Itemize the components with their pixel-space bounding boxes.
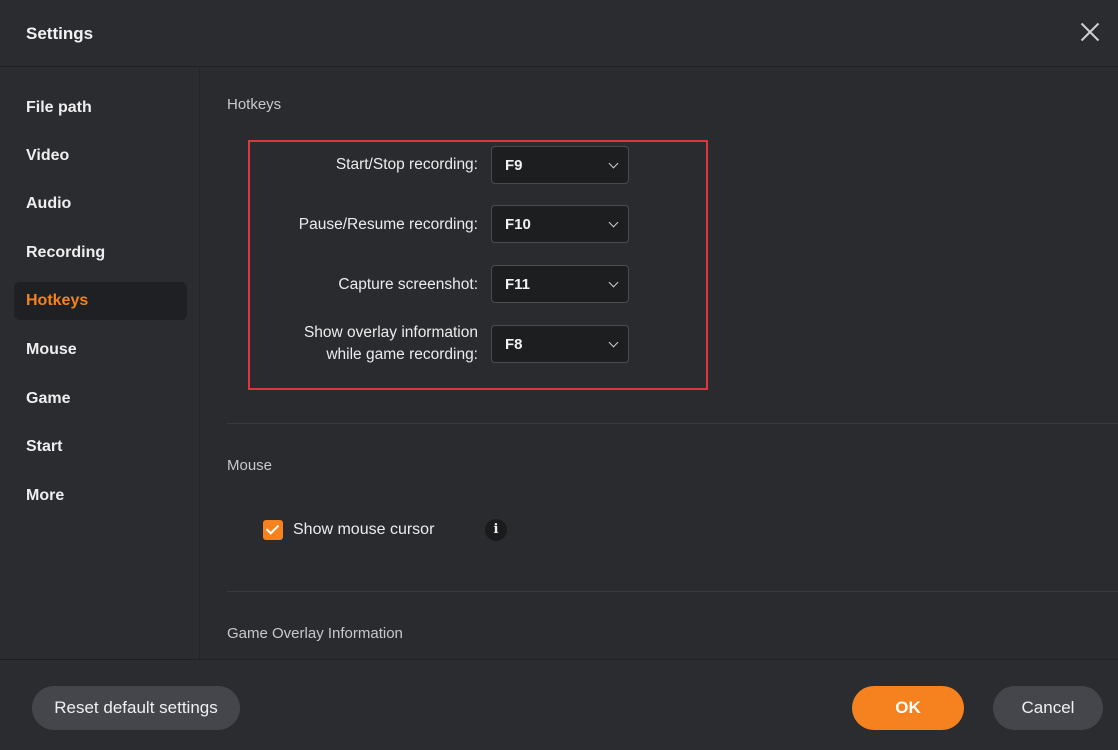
- show-mouse-cursor-label[interactable]: Show mouse cursor: [293, 521, 434, 539]
- reset-default-settings-button[interactable]: Reset default settings: [32, 686, 240, 730]
- sidebar-item-hotkeys[interactable]: Hotkeys: [14, 282, 187, 320]
- hotkey-value-capture-screenshot: F11: [505, 276, 531, 293]
- show-mouse-cursor-checkbox[interactable]: [263, 520, 283, 540]
- chevron-down-icon: [608, 158, 619, 169]
- hotkeys-highlight-box: [248, 140, 708, 390]
- close-icon[interactable]: [1076, 18, 1104, 46]
- hotkey-label-overlay-line1: Show overlay information: [303, 324, 478, 341]
- hotkey-label-overlay-line2: while game recording:: [326, 346, 478, 363]
- sidebar-item-video[interactable]: Video: [14, 137, 187, 175]
- ok-button[interactable]: OK: [852, 686, 964, 730]
- title-bar: Settings: [0, 0, 1118, 67]
- hotkey-select-pause-resume[interactable]: F10: [491, 205, 629, 243]
- sidebar-item-start[interactable]: Start: [14, 428, 187, 466]
- hotkeys-section-title: Hotkeys: [227, 96, 282, 113]
- hotkey-value-pause-resume: F10: [505, 216, 531, 233]
- hotkey-value-start-stop: F9: [505, 157, 523, 174]
- hotkey-label-pause-resume: Pause/Resume recording:: [298, 216, 478, 233]
- sidebar: File path Video Audio Recording Hotkeys …: [0, 67, 200, 659]
- footer: Reset default settings OK Cancel: [0, 659, 1118, 750]
- sidebar-item-file-path[interactable]: File path: [14, 89, 187, 127]
- hotkey-value-overlay: F8: [505, 336, 523, 353]
- section-divider: [227, 591, 1118, 592]
- sidebar-item-more[interactable]: More: [14, 477, 187, 515]
- hotkey-select-capture-screenshot[interactable]: F11: [491, 265, 629, 303]
- cancel-button[interactable]: Cancel: [993, 686, 1103, 730]
- info-icon[interactable]: i: [485, 519, 507, 541]
- chevron-down-icon: [608, 277, 619, 288]
- chevron-down-icon: [608, 337, 619, 348]
- hotkey-select-start-stop[interactable]: F9: [491, 146, 629, 184]
- game-overlay-section-title: Game Overlay Information: [227, 625, 403, 642]
- window-title: Settings: [26, 24, 94, 43]
- sidebar-item-recording[interactable]: Recording: [14, 234, 187, 272]
- hotkey-label-start-stop: Start/Stop recording:: [335, 156, 478, 173]
- section-divider: [227, 423, 1118, 424]
- hotkey-label-capture-screenshot: Capture screenshot:: [338, 276, 478, 293]
- mouse-section-title: Mouse: [227, 457, 273, 474]
- sidebar-item-audio[interactable]: Audio: [14, 185, 187, 223]
- sidebar-item-mouse[interactable]: Mouse: [14, 331, 187, 369]
- settings-content: Hotkeys Start/Stop recording: F9 Pause/R…: [200, 67, 1118, 659]
- sidebar-item-game[interactable]: Game: [14, 380, 187, 418]
- chevron-down-icon: [608, 217, 619, 228]
- hotkey-select-overlay[interactable]: F8: [491, 325, 629, 363]
